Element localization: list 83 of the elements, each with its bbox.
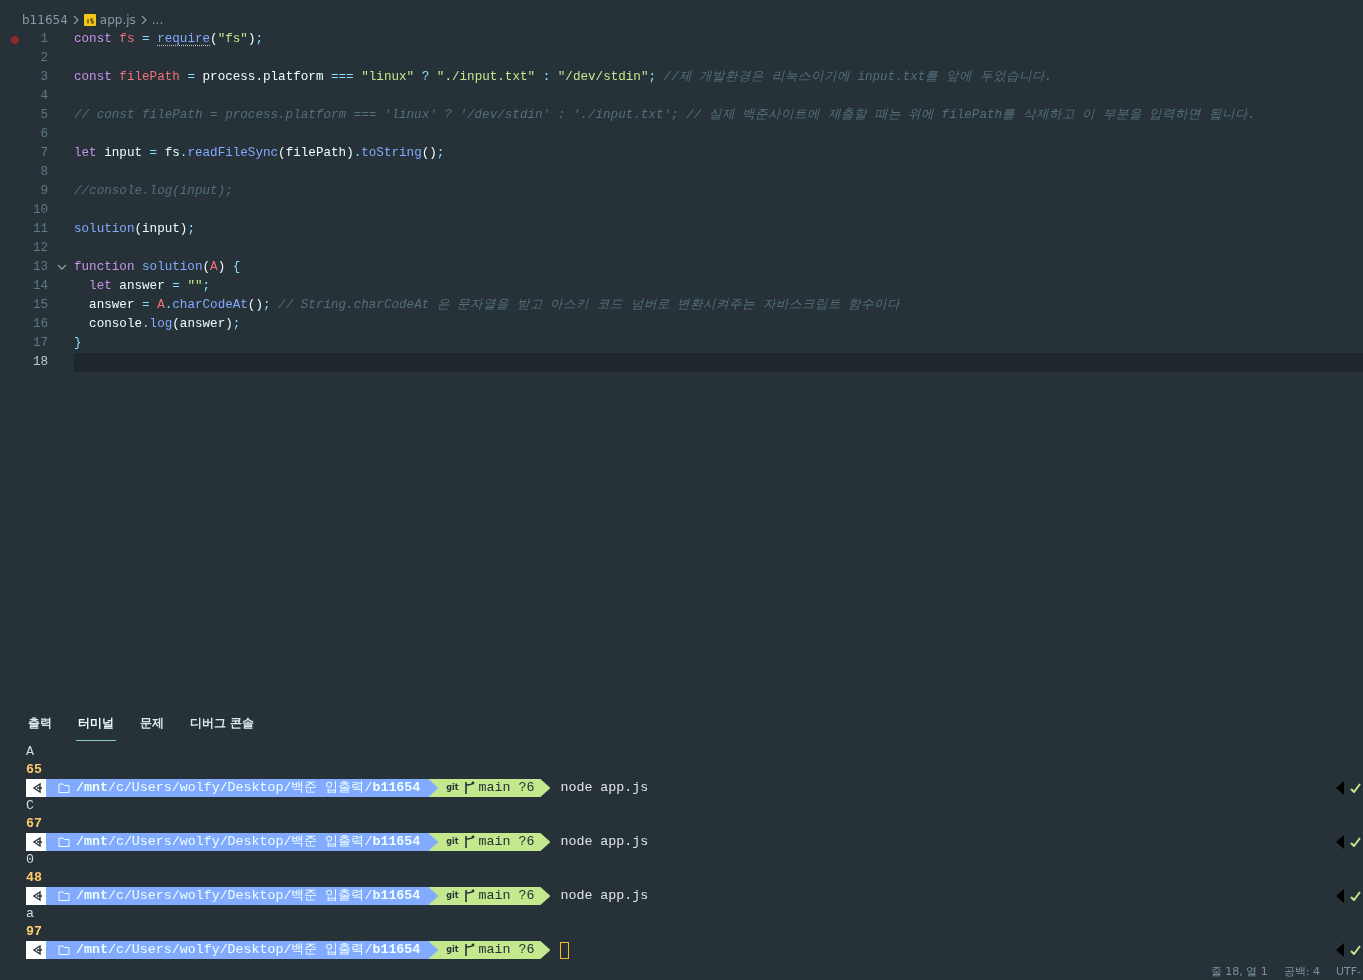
line-number: 6 [39, 126, 48, 144]
code-line: answer = A.charCodeAt(); // String.charCodeAt 은 문자열을 받고 아스키 코드 넘버로 변환시켜주는 자바스크립트 함수이다 [88, 297, 902, 314]
terminal-command: node app.js [560, 833, 649, 851]
javascript-file-icon [83, 14, 96, 26]
line-number: 18 [31, 354, 48, 372]
triangle-icon [1336, 889, 1344, 903]
line-number: 13 [31, 259, 48, 277]
line-number: 9 [39, 183, 48, 201]
branch-icon [462, 781, 475, 795]
vcs-label: git [446, 944, 459, 956]
branch-name: main ?6 [478, 779, 535, 797]
code-line: const fs = require("fs"); [74, 31, 264, 48]
terminal-output: A [26, 743, 34, 761]
line-number: 7 [39, 145, 48, 163]
prompt-path: /mnt/c/Users/wolfy/Desktop/백준 입출력/b11654 [76, 779, 421, 797]
code-line: function solution(A) { [74, 259, 242, 276]
panel-tab[interactable]: 출력 [26, 714, 54, 741]
breakpoint-dot[interactable] [11, 35, 19, 44]
triangle-icon [1336, 781, 1344, 795]
prompt-path: /mnt/c/Users/wolfy/Desktop/백준 입출력/b11654 [76, 833, 421, 851]
terminal-output: 0 [26, 851, 34, 869]
line-number: 15 [31, 297, 48, 315]
line-number: 5 [39, 107, 48, 125]
panel-tab[interactable]: 디버그 콘솔 [188, 714, 256, 741]
panel-tab[interactable]: 문제 [138, 714, 166, 741]
branch-icon [462, 889, 475, 903]
terminal-output: a [26, 905, 34, 923]
status-item[interactable]: 줄 18, 열 1 [1210, 964, 1268, 980]
line-number: 11 [31, 221, 48, 239]
terminal-output: 48 [26, 869, 42, 887]
code-line: solution(input); [74, 221, 196, 238]
code-line: // const filePath = process.platform === 'linux' ? '/dev/stdin' : './input.txt'; // 실제 백준사이트에 제출할 때는 위에 filePath를 삭제하고 이 부분을 입력하면 됩니다. [74, 107, 1257, 124]
branch-icon [462, 943, 475, 957]
line-number: 14 [31, 278, 48, 296]
line-number: 3 [39, 69, 48, 87]
breadcrumb-folder[interactable]: b11654 [22, 11, 68, 29]
code-line: } [74, 335, 83, 352]
fold-chevron-icon[interactable] [57, 263, 67, 271]
terminal-output: 97 [26, 923, 42, 941]
folder-icon [58, 890, 70, 902]
breadcrumb-more[interactable]: ... [151, 11, 164, 29]
terminal-command: node app.js [560, 779, 649, 797]
line-number: 17 [31, 335, 48, 353]
folder-icon [58, 836, 70, 848]
panel-tab[interactable]: 터미널 [76, 714, 116, 741]
status-item[interactable]: UTF- [1335, 964, 1361, 980]
prompt-path: /mnt/c/Users/wolfy/Desktop/백준 입출력/b11654 [76, 887, 421, 905]
line-number: 16 [31, 316, 48, 334]
vcs-label: git [446, 782, 459, 794]
triangle-icon [1336, 943, 1344, 957]
check-icon [1350, 837, 1361, 847]
line-number: 8 [39, 164, 48, 182]
folder-icon [58, 944, 70, 956]
branch-icon [462, 835, 475, 849]
code-line: console.log(answer); [88, 316, 242, 333]
vcs-label: git [446, 836, 459, 848]
line-number: 2 [39, 50, 48, 68]
code-line: const filePath = process.platform === "linux" ? "./input.txt" : "/dev/stdin"; //제 개발환경은 리눅스이기에 input.txt를 앞에 두었습니다. [74, 69, 1054, 86]
terminal-output: 65 [26, 761, 42, 779]
check-icon [1350, 891, 1361, 901]
status-item[interactable]: 공백: 4 [1283, 964, 1320, 980]
prompt-path: /mnt/c/Users/wolfy/Desktop/백준 입출력/b11654 [76, 941, 421, 959]
chevron-right-icon [71, 15, 80, 25]
chevron-right-icon [139, 15, 148, 25]
terminal-output: 67 [26, 815, 42, 833]
branch-name: main ?6 [478, 833, 535, 851]
terminal-output: C [26, 797, 34, 815]
check-icon [1350, 945, 1361, 955]
line-number: 4 [39, 88, 48, 106]
code-line: let answer = ""; [88, 278, 212, 295]
vcs-label: git [446, 890, 459, 902]
code-line: //console.log(input); [74, 183, 234, 200]
line-number: 12 [31, 240, 48, 258]
folder-icon [58, 782, 70, 794]
branch-name: main ?6 [478, 887, 535, 905]
branch-name: main ?6 [478, 941, 535, 959]
check-icon [1350, 783, 1361, 793]
line-number: 1 [39, 31, 48, 49]
breadcrumb-file[interactable]: app.js [99, 11, 136, 29]
code-line: let input = fs.readFileSync(filePath).toString(); [74, 145, 446, 162]
terminal-command: node app.js [560, 887, 649, 905]
triangle-icon [1336, 835, 1344, 849]
line-number: 10 [31, 202, 48, 220]
